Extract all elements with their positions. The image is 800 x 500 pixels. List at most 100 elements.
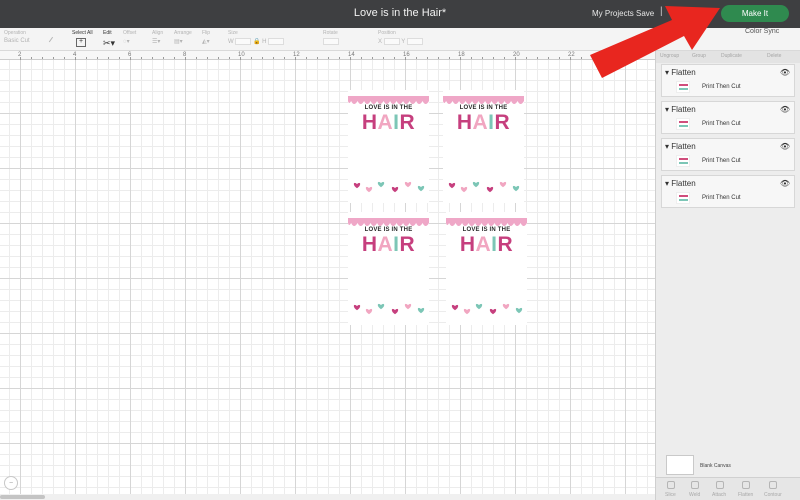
design-card[interactable]: LOVE IS IN THE HAIR: [348, 212, 429, 325]
weld-button[interactable]: Weld: [689, 492, 700, 498]
flip-button[interactable]: Flip ◭▾: [202, 30, 210, 45]
heart-icon: [472, 181, 480, 188]
project-title: Love is in the Hair*: [353, 7, 447, 19]
ruler-mark: [174, 57, 175, 59]
operation-control[interactable]: Operation Basic Cut: [4, 30, 30, 45]
design-card[interactable]: LOVE IS IN THE HAIR: [348, 90, 429, 203]
duplicate-button[interactable]: Duplicate: [721, 53, 742, 59]
rotate-input[interactable]: [323, 38, 339, 45]
layer-item[interactable]: ▾ Flatten 👁 Print Then Cut: [661, 175, 795, 208]
lock-icon[interactable]: 🔒: [253, 39, 260, 45]
layer-thumbnail: [676, 155, 690, 167]
align-button[interactable]: Align ☰▾: [152, 30, 163, 45]
ruler-tick: 14: [348, 52, 355, 58]
y-input[interactable]: [406, 38, 423, 45]
heart-icon: [460, 186, 468, 193]
align-icon: ☰▾: [152, 39, 161, 45]
contour-icon[interactable]: [769, 481, 777, 489]
ruler-mark: [504, 57, 505, 59]
top-bar: Love is in the Hair* My Projects Save | …: [0, 0, 800, 28]
heart-icon: [515, 307, 523, 314]
ruler-mark: [306, 57, 307, 59]
ruler-mark: [361, 57, 362, 59]
attach-icon[interactable]: [716, 481, 724, 489]
design-canvas[interactable]: 2 4 6 8 10 12 14 16 18 20 22 LOVE IS IN THE HAIR L…: [0, 51, 655, 500]
color-sync-tab[interactable]: Color Sync: [745, 28, 779, 35]
layer-name: ▾ Flatten: [665, 105, 696, 114]
heart-icon: [451, 304, 459, 311]
height-input[interactable]: [268, 38, 285, 45]
delete-button[interactable]: Delete: [767, 53, 781, 59]
eye-icon[interactable]: 👁: [780, 179, 790, 188]
heart-icon: [417, 307, 425, 314]
size-control[interactable]: Size W 🔒 H: [228, 30, 285, 45]
blank-canvas-swatch[interactable]: [666, 455, 694, 475]
blank-canvas-label: Blank Canvas: [700, 463, 731, 469]
make-it-button[interactable]: Make It: [721, 5, 789, 22]
eye-icon[interactable]: 👁: [780, 105, 790, 114]
design-card[interactable]: LOVE IS IN THE HAIR: [446, 212, 527, 325]
eye-icon[interactable]: 👁: [780, 142, 790, 151]
heart-icon: [404, 181, 412, 188]
ruler-mark: [515, 57, 516, 60]
contour-button[interactable]: Contour: [764, 492, 782, 498]
heart-icon: [486, 186, 494, 193]
eye-icon[interactable]: 👁: [780, 68, 790, 77]
ruler-mark: [372, 57, 373, 59]
flatten-icon[interactable]: [742, 481, 750, 489]
card-title: HAIR: [361, 233, 416, 256]
heart-icon: [489, 308, 497, 315]
slice-button[interactable]: Slice: [665, 492, 676, 498]
attach-button[interactable]: Attach: [712, 492, 726, 498]
align-label: Align: [152, 30, 164, 36]
ruler-mark: [328, 57, 329, 59]
scrollbar-thumb[interactable]: [0, 495, 45, 499]
layer-thumbnail: [676, 118, 690, 130]
layer-operation: Print Then Cut: [702, 158, 741, 164]
heart-icon: [463, 308, 471, 315]
ruler-tick: 10: [238, 52, 245, 58]
offset-button[interactable]: Offset ◌▾: [123, 30, 136, 45]
weld-icon[interactable]: [691, 481, 699, 489]
ruler-mark: [603, 57, 604, 59]
ruler-mark: [317, 57, 318, 59]
edit-toolbar: Operation Basic Cut Select All + Edit ✂▾…: [0, 28, 800, 51]
ruler-mark: [273, 57, 274, 59]
select-all-button[interactable]: Select All +: [72, 30, 93, 47]
save-link[interactable]: Save: [636, 9, 654, 18]
x-input[interactable]: [383, 38, 400, 45]
ungroup-button[interactable]: Ungroup: [660, 53, 679, 59]
arrange-button[interactable]: Arrange ▤▾: [174, 30, 192, 45]
ruler-mark: [163, 57, 164, 59]
ruler-mark: [339, 57, 340, 59]
ruler-mark: [262, 57, 263, 59]
heart-icon: [391, 308, 399, 315]
heart-icon: [391, 186, 399, 193]
layers-panel: Ungroup Group Duplicate Delete ▾ Flatten…: [655, 51, 800, 500]
layer-item[interactable]: ▾ Flatten 👁 Print Then Cut: [661, 138, 795, 171]
width-input[interactable]: [235, 38, 252, 45]
layer-operation: Print Then Cut: [702, 195, 741, 201]
heart-icon: [365, 308, 373, 315]
ruler-mark: [581, 57, 582, 59]
slice-icon[interactable]: [667, 481, 675, 489]
zoom-icon[interactable]: −: [4, 476, 18, 490]
edit-button[interactable]: Edit ✂▾: [103, 30, 115, 48]
design-card[interactable]: LOVE IS IN THE HAIR: [443, 90, 524, 203]
ruler-mark: [526, 57, 527, 59]
my-projects-link[interactable]: My Projects: [592, 9, 634, 18]
layer-item[interactable]: ▾ Flatten 👁 Print Then Cut: [661, 64, 795, 97]
ruler-mark: [482, 57, 483, 59]
ruler-mark: [119, 57, 120, 59]
heart-icon: [377, 181, 385, 188]
ruler-mark: [548, 57, 549, 59]
position-control[interactable]: Position X Y: [378, 30, 423, 45]
layer-item[interactable]: ▾ Flatten 👁 Print Then Cut: [661, 101, 795, 134]
ruler-tick: 18: [458, 52, 465, 58]
flatten-button[interactable]: Flatten: [738, 492, 753, 498]
group-button[interactable]: Group: [692, 53, 706, 59]
horizontal-scrollbar[interactable]: [0, 494, 655, 500]
layer-operation: Print Then Cut: [702, 121, 741, 127]
ruler-mark: [229, 57, 230, 59]
rotate-control[interactable]: Rotate: [323, 30, 339, 45]
